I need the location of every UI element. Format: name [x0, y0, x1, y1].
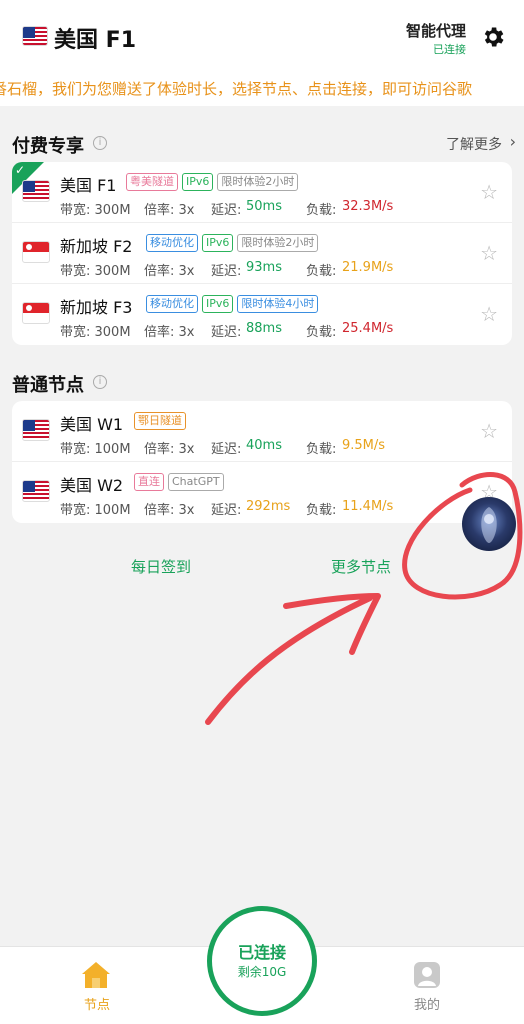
- tab-me[interactable]: 我的: [414, 994, 440, 1013]
- paid-section-title: 付费专享: [12, 136, 84, 157]
- node-name: 美国 W1: [60, 415, 124, 434]
- learn-more-link[interactable]: 了解更多: [446, 134, 502, 154]
- connect-button[interactable]: 已连接 剩余10G: [207, 906, 317, 1016]
- paid-node-list: ✓ 美国 F1 粤美隧道 IPv6 限时体验2小时 带宽: 300M 倍率: 3…: [12, 162, 512, 345]
- rate: 倍率: 3x: [144, 442, 195, 457]
- tag: IPv6: [202, 234, 234, 252]
- tag: 移动优化: [146, 234, 198, 252]
- current-node-title[interactable]: 美国 F1: [54, 22, 136, 54]
- star-icon[interactable]: ☆: [480, 419, 498, 443]
- us-flag-icon: [22, 180, 50, 202]
- latency-label: 延迟:: [211, 203, 242, 218]
- rate: 倍率: 3x: [144, 203, 195, 218]
- us-flag-icon: [22, 26, 48, 46]
- node-tags: 直连 ChatGPT: [134, 473, 224, 491]
- tag: 限时体验2小时: [237, 234, 319, 252]
- connect-status: 已连接: [237, 943, 286, 962]
- star-icon[interactable]: ☆: [480, 241, 498, 265]
- chevron-right-icon[interactable]: ›: [510, 132, 516, 151]
- promo-marquee: 番石榴，我们为您赠送了体验时长，选择节点、点击连接，即可访问谷歌: [0, 72, 524, 106]
- node-name: 美国 F1: [60, 176, 117, 195]
- load-value: 32.3M/s: [342, 199, 394, 214]
- node-name: 新加坡 F2: [60, 237, 133, 256]
- more-nodes-link[interactable]: 更多节点: [331, 556, 391, 577]
- tag: 移动优化: [146, 295, 198, 313]
- tag: 限时体验2小时: [217, 173, 299, 191]
- floating-avatar-button[interactable]: [462, 497, 516, 551]
- node-row-us-w2[interactable]: 美国 W2 直连 ChatGPT 带宽: 100M 倍率: 3x 延迟: 292…: [12, 462, 512, 523]
- sg-flag-icon: [22, 241, 50, 263]
- node-name: 美国 W2: [60, 476, 124, 495]
- bandwidth: 带宽: 100M: [60, 442, 131, 457]
- load-label: 负载:: [306, 503, 337, 518]
- latency-value: 93ms: [246, 260, 282, 275]
- tag: 直连: [134, 473, 164, 491]
- load-value: 25.4M/s: [342, 321, 394, 336]
- latency-label: 延迟:: [211, 503, 242, 518]
- proxy-status-label: 已连接: [433, 43, 466, 56]
- rate: 倍率: 3x: [144, 264, 195, 279]
- node-tags: 移动优化 IPv6 限时体验4小时: [146, 295, 319, 313]
- load-label: 负载:: [306, 325, 337, 340]
- user-icon[interactable]: [412, 960, 442, 990]
- tag: IPv6: [202, 295, 234, 313]
- node-tags: 移动优化 IPv6 限时体验2小时: [146, 234, 319, 252]
- node-name: 新加坡 F3: [60, 298, 133, 317]
- tag: 限时体验4小时: [237, 295, 319, 313]
- normal-section-title: 普通节点: [12, 375, 84, 396]
- bandwidth: 带宽: 300M: [60, 203, 131, 218]
- latency-label: 延迟:: [211, 325, 242, 340]
- info-icon[interactable]: i: [93, 375, 107, 389]
- node-tags: 粤美隧道 IPv6 限时体验2小时: [126, 173, 299, 191]
- load-label: 负载:: [306, 442, 337, 457]
- latency-value: 292ms: [246, 499, 291, 514]
- annotation-arrow-shaft: [205, 595, 373, 725]
- annotation-arrow-head: [283, 593, 381, 655]
- node-row-sg-f3[interactable]: 新加坡 F3 移动优化 IPv6 限时体验4小时 带宽: 300M 倍率: 3x…: [12, 284, 512, 345]
- bandwidth: 带宽: 100M: [60, 503, 131, 518]
- load-label: 负载:: [306, 203, 337, 218]
- info-icon[interactable]: i: [93, 136, 107, 150]
- bandwidth: 带宽: 300M: [60, 325, 131, 340]
- star-icon[interactable]: ☆: [480, 180, 498, 204]
- gear-icon[interactable]: [480, 24, 506, 50]
- character-icon: [481, 507, 497, 543]
- node-row-us-f1[interactable]: ✓ 美国 F1 粤美隧道 IPv6 限时体验2小时 带宽: 300M 倍率: 3…: [12, 162, 512, 223]
- us-flag-icon: [22, 480, 50, 502]
- node-row-us-w1[interactable]: 美国 W1 鄂日隧道 带宽: 100M 倍率: 3x 延迟: 40ms 负载: …: [12, 401, 512, 462]
- daily-checkin-link[interactable]: 每日签到: [131, 556, 191, 577]
- star-icon[interactable]: ☆: [480, 302, 498, 326]
- home-icon[interactable]: [80, 960, 112, 990]
- latency-value: 88ms: [246, 321, 282, 336]
- latency-label: 延迟:: [211, 264, 242, 279]
- node-tags: 鄂日隧道: [134, 412, 186, 430]
- tab-nodes[interactable]: 节点: [84, 994, 110, 1013]
- load-value: 11.4M/s: [342, 499, 394, 514]
- latency-value: 40ms: [246, 438, 282, 453]
- check-icon: ✓: [15, 163, 26, 177]
- load-value: 9.5M/s: [342, 438, 386, 453]
- promo-text: 番石榴，我们为您赠送了体验时长，选择节点、点击连接，即可访问谷歌: [0, 80, 473, 98]
- node-row-sg-f2[interactable]: 新加坡 F2 移动优化 IPv6 限时体验2小时 带宽: 300M 倍率: 3x…: [12, 223, 512, 284]
- tag: ChatGPT: [168, 473, 224, 491]
- bandwidth: 带宽: 300M: [60, 264, 131, 279]
- load-label: 负载:: [306, 264, 337, 279]
- us-flag-icon: [22, 419, 50, 441]
- proxy-mode-label[interactable]: 智能代理: [406, 20, 466, 41]
- data-remaining: 剩余10G: [237, 965, 287, 979]
- latency-label: 延迟:: [211, 442, 242, 457]
- latency-value: 50ms: [246, 199, 282, 214]
- load-value: 21.9M/s: [342, 260, 394, 275]
- tag: IPv6: [182, 173, 214, 191]
- normal-node-list: 美国 W1 鄂日隧道 带宽: 100M 倍率: 3x 延迟: 40ms 负载: …: [12, 401, 512, 523]
- tag: 鄂日隧道: [134, 412, 186, 430]
- rate: 倍率: 3x: [144, 325, 195, 340]
- rate: 倍率: 3x: [144, 503, 195, 518]
- sg-flag-icon: [22, 302, 50, 324]
- tag: 粤美隧道: [126, 173, 178, 191]
- app-header: 美国 F1 智能代理 已连接: [0, 0, 524, 72]
